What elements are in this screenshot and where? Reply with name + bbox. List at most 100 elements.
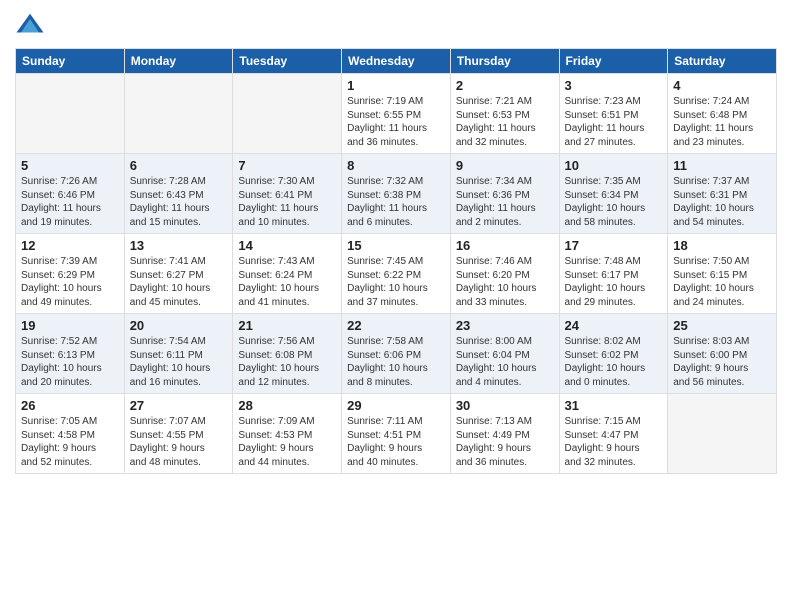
day-info: Sunrise: 7:09 AM Sunset: 4:53 PM Dayligh… (238, 415, 336, 469)
day-number: 5 (21, 158, 119, 173)
day-number: 11 (673, 158, 771, 173)
day-info: Sunrise: 7:41 AM Sunset: 6:27 PM Dayligh… (130, 255, 228, 309)
day-number: 3 (565, 78, 663, 93)
day-info: Sunrise: 7:07 AM Sunset: 4:55 PM Dayligh… (130, 415, 228, 469)
day-number: 6 (130, 158, 228, 173)
calendar-cell: 17Sunrise: 7:48 AM Sunset: 6:17 PM Dayli… (559, 234, 668, 314)
header (15, 10, 777, 40)
calendar-header-friday: Friday (559, 49, 668, 74)
day-info: Sunrise: 7:39 AM Sunset: 6:29 PM Dayligh… (21, 255, 119, 309)
calendar-header-row: SundayMondayTuesdayWednesdayThursdayFrid… (16, 49, 777, 74)
calendar-cell: 1 Sunrise: 7:19 AM Sunset: 6:55 PM Daylig… (342, 74, 451, 154)
day-number: 13 (130, 238, 228, 253)
day-info: Sunrise: 7:11 AM Sunset: 4:51 PM Dayligh… (347, 415, 445, 469)
calendar-cell: 25Sunrise: 8:03 AM Sunset: 6:00 PM Dayli… (668, 314, 777, 394)
day-info: Sunrise: 7:21 AM Sunset: 6:53 PM Dayligh… (456, 95, 554, 149)
day-number: 27 (130, 398, 228, 413)
calendar-cell: 8 Sunrise: 7:32 AM Sunset: 6:38 PM Daylig… (342, 154, 451, 234)
day-info: Sunrise: 7:45 AM Sunset: 6:22 PM Dayligh… (347, 255, 445, 309)
calendar-header-monday: Monday (124, 49, 233, 74)
day-info: Sunrise: 7:28 AM Sunset: 6:43 PM Dayligh… (130, 175, 228, 229)
day-info: Sunrise: 7:23 AM Sunset: 6:51 PM Dayligh… (565, 95, 663, 149)
calendar-cell: 18 Sunrise: 7:50 AM Sunset: 6:15 PM Dayli… (668, 234, 777, 314)
day-number: 1 (347, 78, 445, 93)
calendar-cell: 15 Sunrise: 7:45 AM Sunset: 6:22 PM Dayli… (342, 234, 451, 314)
day-number: 14 (238, 238, 336, 253)
day-info: Sunrise: 7:05 AM Sunset: 4:58 PM Dayligh… (21, 415, 119, 469)
day-number: 8 (347, 158, 445, 173)
day-info: Sunrise: 7:58 AM Sunset: 6:06 PM Dayligh… (347, 335, 445, 389)
day-number: 18 (673, 238, 771, 253)
calendar-cell: 24Sunrise: 8:02 AM Sunset: 6:02 PM Dayli… (559, 314, 668, 394)
day-info: Sunrise: 7:13 AM Sunset: 4:49 PM Dayligh… (456, 415, 554, 469)
logo-icon (15, 10, 45, 40)
day-info: Sunrise: 7:50 AM Sunset: 6:15 PM Dayligh… (673, 255, 771, 309)
calendar-cell: 14 Sunrise: 7:43 AM Sunset: 6:24 PM Dayli… (233, 234, 342, 314)
calendar-cell: 11 Sunrise: 7:37 AM Sunset: 6:31 PM Dayli… (668, 154, 777, 234)
calendar-cell: 12Sunrise: 7:39 AM Sunset: 6:29 PM Dayli… (16, 234, 125, 314)
calendar-cell (16, 74, 125, 154)
day-number: 25 (673, 318, 771, 333)
calendar-cell: 16 Sunrise: 7:46 AM Sunset: 6:20 PM Dayli… (450, 234, 559, 314)
calendar-week-1: 1 Sunrise: 7:19 AM Sunset: 6:55 PM Daylig… (16, 74, 777, 154)
calendar-cell (233, 74, 342, 154)
day-info: Sunrise: 7:46 AM Sunset: 6:20 PM Dayligh… (456, 255, 554, 309)
calendar-cell: 23 Sunrise: 8:00 AM Sunset: 6:04 PM Dayli… (450, 314, 559, 394)
calendar-table: SundayMondayTuesdayWednesdayThursdayFrid… (15, 48, 777, 474)
calendar-header-thursday: Thursday (450, 49, 559, 74)
calendar-week-2: 5 Sunrise: 7:26 AM Sunset: 6:46 PM Daylig… (16, 154, 777, 234)
calendar-cell: 28 Sunrise: 7:09 AM Sunset: 4:53 PM Dayli… (233, 394, 342, 474)
day-number: 26 (21, 398, 119, 413)
day-info: Sunrise: 7:43 AM Sunset: 6:24 PM Dayligh… (238, 255, 336, 309)
day-info: Sunrise: 8:00 AM Sunset: 6:04 PM Dayligh… (456, 335, 554, 389)
page-container: SundayMondayTuesdayWednesdayThursdayFrid… (0, 0, 792, 612)
day-number: 2 (456, 78, 554, 93)
day-number: 10 (565, 158, 663, 173)
day-info: Sunrise: 7:32 AM Sunset: 6:38 PM Dayligh… (347, 175, 445, 229)
day-number: 22 (347, 318, 445, 333)
calendar-header-sunday: Sunday (16, 49, 125, 74)
day-number: 24 (565, 318, 663, 333)
calendar-cell (124, 74, 233, 154)
day-info: Sunrise: 7:15 AM Sunset: 4:47 PM Dayligh… (565, 415, 663, 469)
day-number: 19 (21, 318, 119, 333)
day-info: Sunrise: 7:37 AM Sunset: 6:31 PM Dayligh… (673, 175, 771, 229)
calendar-week-5: 26 Sunrise: 7:05 AM Sunset: 4:58 PM Dayli… (16, 394, 777, 474)
calendar-cell: 29 Sunrise: 7:11 AM Sunset: 4:51 PM Dayli… (342, 394, 451, 474)
calendar-cell: 22 Sunrise: 7:58 AM Sunset: 6:06 PM Dayli… (342, 314, 451, 394)
day-number: 7 (238, 158, 336, 173)
day-number: 28 (238, 398, 336, 413)
calendar-cell: 20 Sunrise: 7:54 AM Sunset: 6:11 PM Dayli… (124, 314, 233, 394)
day-info: Sunrise: 7:24 AM Sunset: 6:48 PM Dayligh… (673, 95, 771, 149)
calendar-header-saturday: Saturday (668, 49, 777, 74)
calendar-cell: 2 Sunrise: 7:21 AM Sunset: 6:53 PM Daylig… (450, 74, 559, 154)
day-number: 29 (347, 398, 445, 413)
calendar-cell: 9 Sunrise: 7:34 AM Sunset: 6:36 PM Daylig… (450, 154, 559, 234)
calendar-cell: 3 Sunrise: 7:23 AM Sunset: 6:51 PM Daylig… (559, 74, 668, 154)
calendar-cell: 27 Sunrise: 7:07 AM Sunset: 4:55 PM Dayli… (124, 394, 233, 474)
day-number: 17 (565, 238, 663, 253)
calendar-cell: 4 Sunrise: 7:24 AM Sunset: 6:48 PM Daylig… (668, 74, 777, 154)
day-info: Sunrise: 7:34 AM Sunset: 6:36 PM Dayligh… (456, 175, 554, 229)
day-number: 9 (456, 158, 554, 173)
calendar-cell: 21Sunrise: 7:56 AM Sunset: 6:08 PM Dayli… (233, 314, 342, 394)
day-number: 15 (347, 238, 445, 253)
day-number: 21 (238, 318, 336, 333)
day-info: Sunrise: 7:19 AM Sunset: 6:55 PM Dayligh… (347, 95, 445, 149)
calendar-cell: 30Sunrise: 7:13 AM Sunset: 4:49 PM Dayli… (450, 394, 559, 474)
day-number: 23 (456, 318, 554, 333)
calendar-week-4: 19Sunrise: 7:52 AM Sunset: 6:13 PM Dayli… (16, 314, 777, 394)
calendar-cell (668, 394, 777, 474)
day-number: 20 (130, 318, 228, 333)
calendar-cell: 10Sunrise: 7:35 AM Sunset: 6:34 PM Dayli… (559, 154, 668, 234)
day-number: 4 (673, 78, 771, 93)
day-number: 16 (456, 238, 554, 253)
calendar-header-wednesday: Wednesday (342, 49, 451, 74)
day-number: 31 (565, 398, 663, 413)
calendar-cell: 26 Sunrise: 7:05 AM Sunset: 4:58 PM Dayli… (16, 394, 125, 474)
day-info: Sunrise: 7:30 AM Sunset: 6:41 PM Dayligh… (238, 175, 336, 229)
day-info: Sunrise: 7:26 AM Sunset: 6:46 PM Dayligh… (21, 175, 119, 229)
calendar-cell: 13 Sunrise: 7:41 AM Sunset: 6:27 PM Dayli… (124, 234, 233, 314)
day-info: Sunrise: 7:54 AM Sunset: 6:11 PM Dayligh… (130, 335, 228, 389)
calendar-cell: 31 Sunrise: 7:15 AM Sunset: 4:47 PM Dayli… (559, 394, 668, 474)
